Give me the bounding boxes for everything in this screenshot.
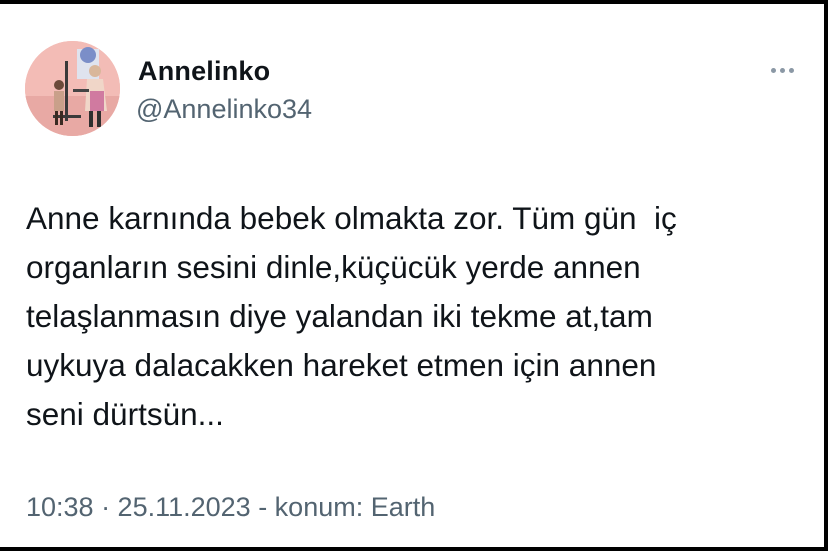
more-dot bbox=[788, 67, 794, 73]
author-display-name[interactable]: Annelinko bbox=[138, 56, 270, 87]
frame-right-border bbox=[824, 0, 828, 551]
avatar-photo bbox=[25, 41, 120, 136]
tweet-card: Annelinko @Annelinko34 Anne karnında beb… bbox=[0, 4, 824, 547]
frame-bottom-border bbox=[0, 547, 828, 551]
author-handle[interactable]: @Annelinko34 bbox=[136, 94, 312, 125]
tweet-text: Anne karnında bebek olmakta zor. Tüm gün… bbox=[26, 200, 677, 432]
more-dot bbox=[770, 67, 776, 73]
tweet-timestamp-location[interactable]: 10:38 · 25.11.2023 - konum: Earth bbox=[26, 492, 435, 523]
avatar[interactable] bbox=[25, 41, 120, 136]
more-dot bbox=[779, 67, 785, 73]
more-options-icon[interactable] bbox=[762, 58, 802, 82]
